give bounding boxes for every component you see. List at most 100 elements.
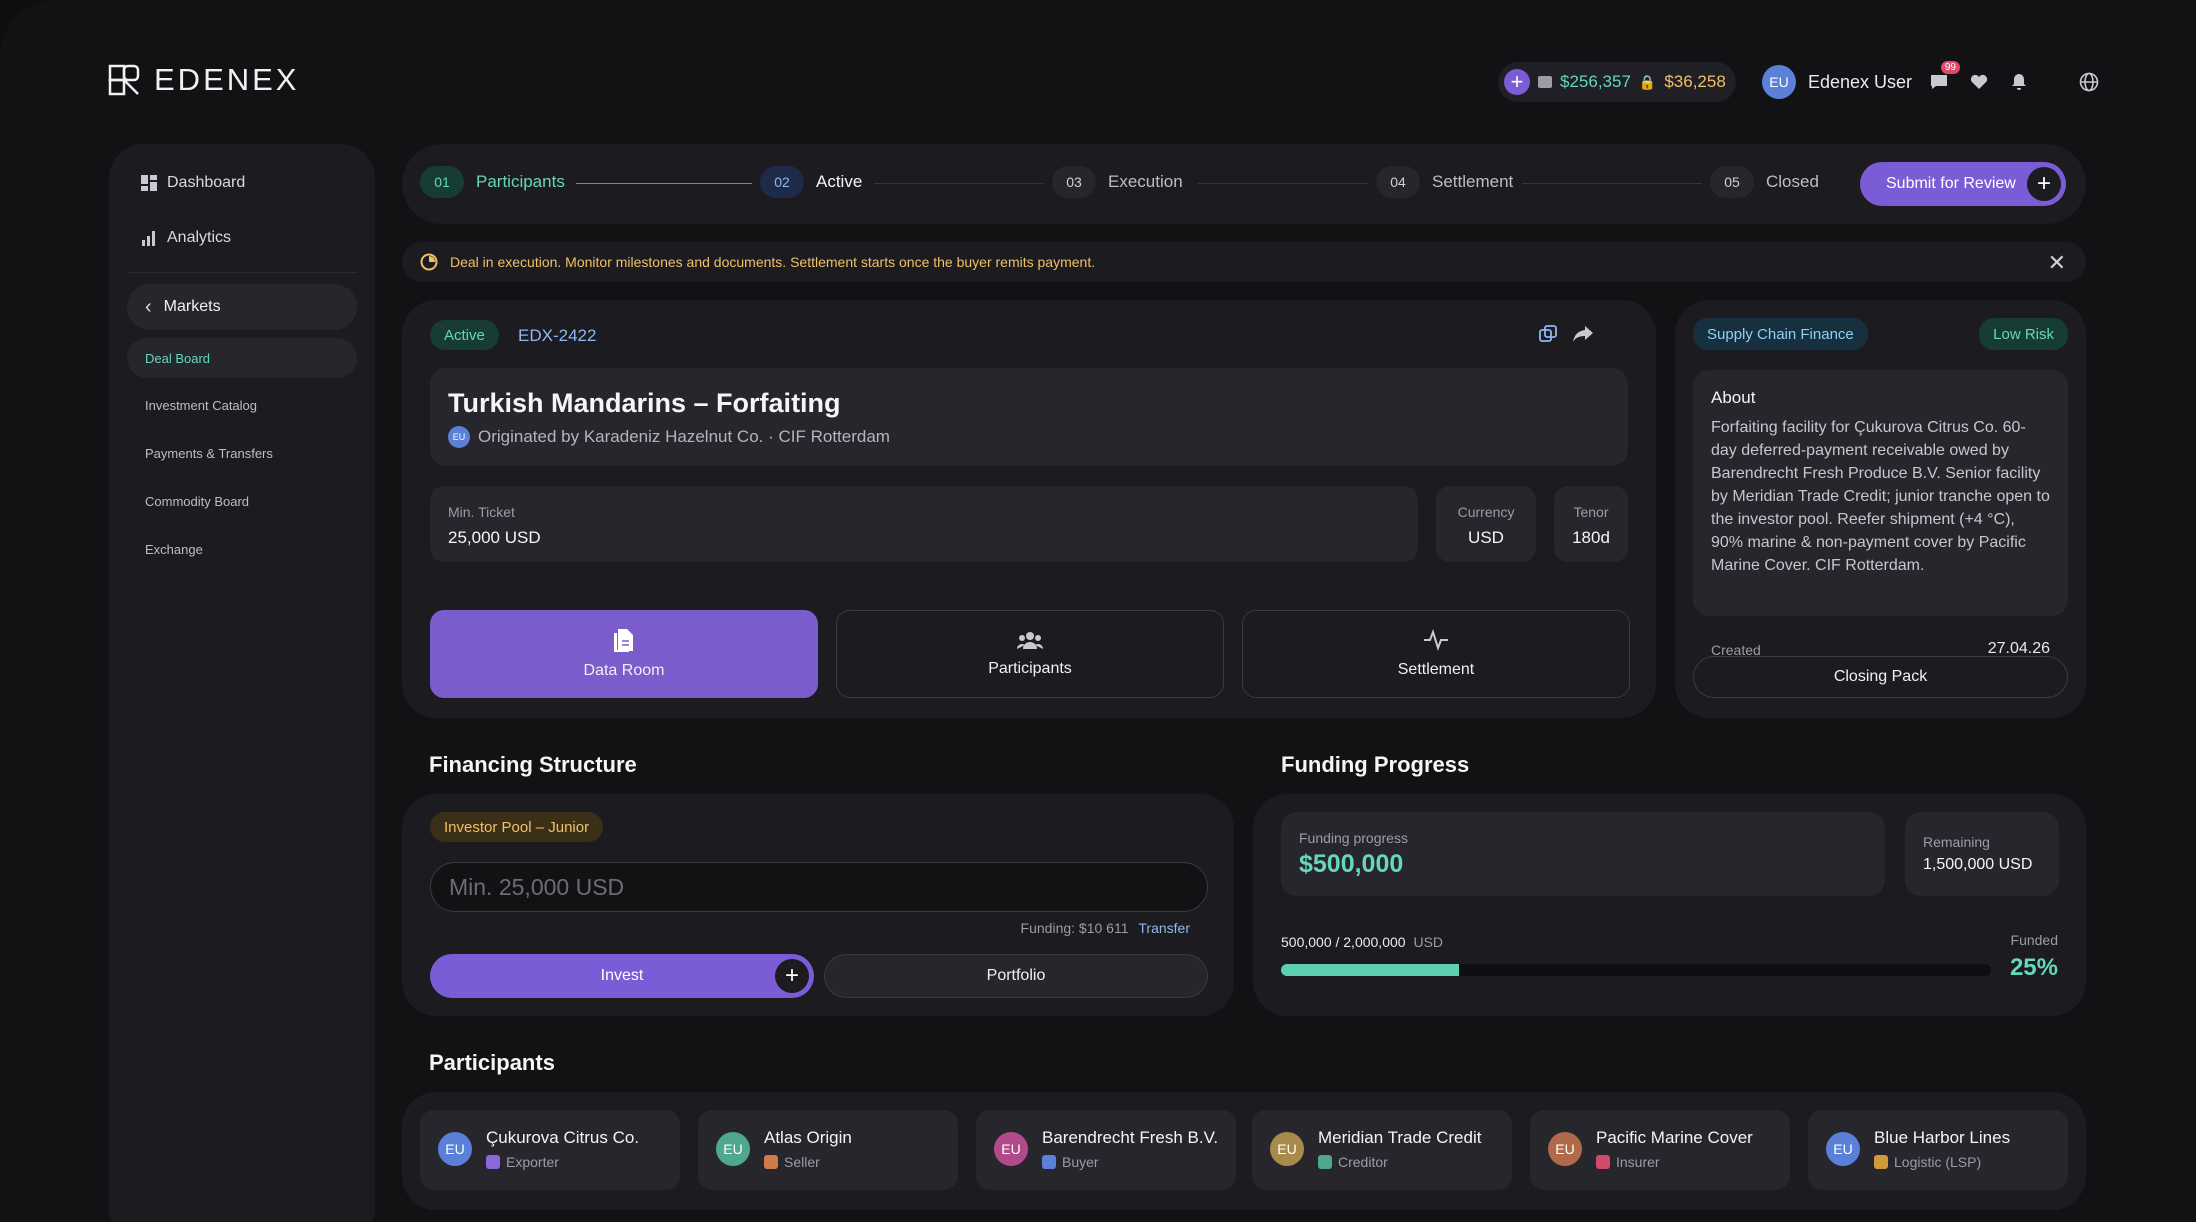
funding-text: Funding: $10 611 xyxy=(1020,920,1129,936)
step-label: Participants xyxy=(476,172,565,191)
user-name: Edenex User xyxy=(1808,71,1913,92)
participant-name: Blue Harbor Lines xyxy=(1874,1128,2011,1147)
participant-card[interactable]: EU Çukurova Citrus Co. Exporter xyxy=(420,1110,680,1190)
min-ticket-stat: Min. Ticket 25,000 USD xyxy=(430,486,1418,562)
funding-progress-box: Funding progress $500,000 xyxy=(1281,812,1885,896)
step-participants[interactable]: 01 Participants xyxy=(420,166,565,198)
messages-icon[interactable]: 99 xyxy=(1928,61,1960,93)
user-menu[interactable]: EU Edenex User xyxy=(1762,62,1912,102)
invest-button[interactable]: Invest + xyxy=(430,954,814,998)
progress-label: Funding progress xyxy=(1299,830,1408,846)
clock-icon xyxy=(420,253,438,271)
sidebar-item-investment-catalog[interactable]: Investment Catalog xyxy=(145,398,257,413)
participant-card[interactable]: EU Atlas Origin Seller xyxy=(698,1110,958,1190)
step-number: 04 xyxy=(1376,166,1420,198)
avatar: EU xyxy=(716,1132,750,1166)
sidebar-section-markets[interactable]: ‹ Markets xyxy=(127,284,357,330)
sidebar-section-label: Markets xyxy=(163,298,221,315)
avatar: EU xyxy=(1762,65,1796,99)
document-icon xyxy=(614,629,633,652)
avatar: EU xyxy=(994,1132,1028,1166)
button-label: Submit for Review xyxy=(1886,175,2016,192)
deal-info-card: Supply Chain Finance Low Risk About Forf… xyxy=(1675,300,2086,718)
tab-settlement[interactable]: Settlement xyxy=(1242,610,1630,698)
participant-name: Barendrecht Fresh B.V. xyxy=(1042,1128,1219,1147)
origin-text: Originated by Karadeniz Hazelnut Co. · C… xyxy=(478,427,890,446)
alert-text: Deal in execution. Monitor milestones an… xyxy=(450,254,1096,270)
sidebar-item-label: Deal Board xyxy=(145,350,211,366)
input-placeholder: Min. 25,000 USD xyxy=(449,873,625,900)
avatar: EU xyxy=(1826,1132,1860,1166)
avatar: EU xyxy=(1270,1132,1304,1166)
heart-icon[interactable] xyxy=(1968,71,1990,93)
step-closed[interactable]: 05 Closed xyxy=(1710,166,1819,198)
funded-percent: 25% xyxy=(2009,954,2058,981)
tab-label: Settlement xyxy=(1397,661,1475,678)
sidebar-item-commodity-board[interactable]: Commodity Board xyxy=(145,494,249,509)
step-active[interactable]: 02 Active xyxy=(760,166,862,198)
remaining-value: 1,500,000 USD xyxy=(1923,856,2033,873)
participant-card[interactable]: EU Pacific Marine Cover Insurer xyxy=(1530,1110,1790,1190)
participant-card[interactable]: EU Barendrecht Fresh B.V. Buyer xyxy=(976,1110,1236,1190)
share-icon[interactable] xyxy=(1572,324,1594,349)
closing-pack-button[interactable]: Closing Pack xyxy=(1693,656,2068,698)
avatar: EU xyxy=(448,426,470,448)
role-label: Creditor xyxy=(1338,1154,1388,1170)
deal-title: Turkish Mandarins – Forfaiting xyxy=(448,388,841,418)
status-alert: Deal in execution. Monitor milestones an… xyxy=(402,242,2086,282)
role-label: Seller xyxy=(784,1154,820,1170)
step-label: Execution xyxy=(1108,172,1183,191)
participant-name: Meridian Trade Credit xyxy=(1318,1128,1482,1147)
investment-amount-input[interactable]: Min. 25,000 USD xyxy=(430,862,1208,912)
sidebar-item-payments-transfers[interactable]: Payments & Transfers xyxy=(145,446,273,461)
copy-icon[interactable] xyxy=(1538,324,1558,349)
add-funds-icon[interactable]: + xyxy=(1504,69,1530,95)
about-text: Forfaiting facility for Çukurova Citrus … xyxy=(1711,419,2050,574)
step-settlement[interactable]: 04 Settlement xyxy=(1376,166,1513,198)
sidebar-item-exchange[interactable]: Exchange xyxy=(145,542,203,557)
role-label: Logistic (LSP) xyxy=(1894,1154,1982,1170)
tab-label: Participants xyxy=(988,660,1072,677)
remaining-label: Remaining xyxy=(1923,834,1990,850)
tenor-stat: Tenor 180d xyxy=(1554,486,1628,562)
divider xyxy=(127,272,357,273)
funding-progress-title: Funding Progress xyxy=(1281,752,1470,777)
portfolio-button[interactable]: Portfolio xyxy=(824,954,1208,998)
participant-name: Atlas Origin xyxy=(764,1128,852,1147)
wallet-balance[interactable]: + $256,357 🔒 $36,258 xyxy=(1498,62,1736,102)
tranche-badge: Investor Pool – Junior xyxy=(430,812,604,842)
participant-role: Insurer xyxy=(1596,1154,1660,1170)
balance-locked: $36,258 xyxy=(1664,72,1726,91)
funding-progress-card: Funding progress $500,000 Remaining 1,50… xyxy=(1253,794,2086,1016)
participant-card[interactable]: EU Blue Harbor Lines Logistic (LSP) xyxy=(1808,1110,2068,1190)
stat-value: USD xyxy=(1468,528,1504,547)
sidebar-item-analytics[interactable]: Analytics xyxy=(141,229,231,247)
about-title: About xyxy=(1711,388,1756,407)
step-execution[interactable]: 03 Execution xyxy=(1052,166,1183,198)
participant-name: Pacific Marine Cover xyxy=(1596,1128,1753,1147)
tab-participants[interactable]: Participants xyxy=(836,610,1224,698)
sidebar-item-dashboard[interactable]: Dashboard xyxy=(141,174,245,192)
participant-role: Buyer xyxy=(1042,1154,1099,1170)
role-icon xyxy=(1874,1155,1888,1169)
role-label: Insurer xyxy=(1616,1154,1660,1170)
close-icon[interactable]: ✕ xyxy=(2048,250,2066,276)
stat-value: 25,000 USD xyxy=(448,528,541,547)
category-badge: Supply Chain Finance xyxy=(1693,318,1868,350)
notification-count: 99 xyxy=(1940,61,1960,74)
step-label: Active xyxy=(816,172,863,191)
plus-icon: + xyxy=(2027,167,2061,201)
tab-data-room[interactable]: Data Room xyxy=(430,610,818,698)
financing-card: Investor Pool – Junior Min. 25,000 USD F… xyxy=(402,794,1234,1016)
sidebar-item-deal-board[interactable]: Deal Board xyxy=(127,338,357,378)
transfer-link[interactable]: Transfer xyxy=(1138,920,1190,936)
participant-name: Çukurova Citrus Co. xyxy=(486,1128,640,1147)
globe-icon[interactable] xyxy=(2078,71,2100,93)
financing-structure-title: Financing Structure xyxy=(429,752,637,777)
bell-icon[interactable] xyxy=(2008,71,2030,93)
submit-for-review-button[interactable]: Submit for Review + xyxy=(1860,162,2066,206)
participant-card[interactable]: EU Meridian Trade Credit Creditor xyxy=(1252,1110,1512,1190)
stat-value: 180d xyxy=(1572,528,1610,547)
balance-primary: $256,357 xyxy=(1560,72,1631,91)
brand-logo[interactable]: EDENEX xyxy=(108,62,299,98)
